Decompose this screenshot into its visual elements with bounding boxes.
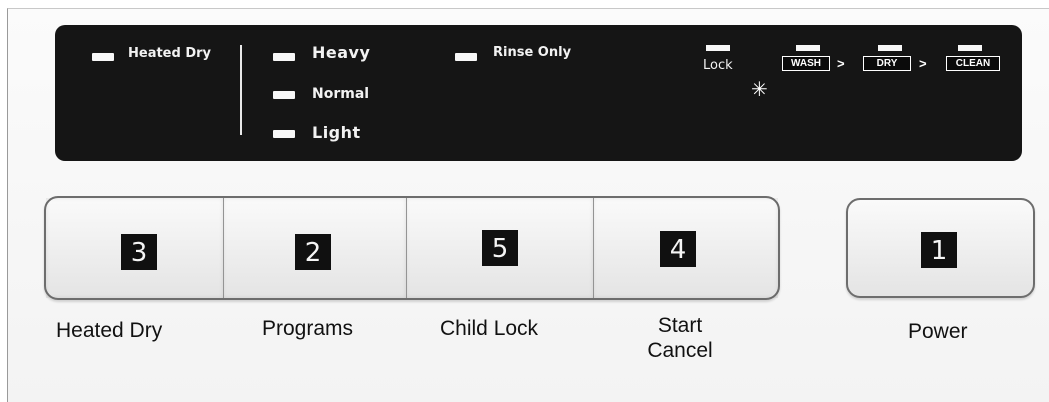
display-divider — [240, 45, 242, 135]
power-button-label: Power — [908, 320, 968, 343]
button-number-badge: 4 — [660, 231, 696, 267]
clean-indicator — [958, 45, 982, 51]
dry-stage: DRY — [863, 56, 911, 71]
chevron-right-icon: > — [837, 56, 845, 71]
heavy-indicator — [273, 53, 295, 61]
lock-indicator — [706, 45, 730, 51]
heated-dry-button[interactable]: 3 — [46, 198, 224, 298]
child-lock-button[interactable]: 5 — [406, 198, 594, 298]
wash-indicator — [796, 45, 820, 51]
child-lock-button-label: Child Lock — [440, 317, 539, 340]
rinse-only-indicator — [455, 53, 477, 61]
wash-stage: WASH — [782, 56, 830, 71]
light-indicator — [273, 130, 295, 138]
dry-indicator — [878, 45, 902, 51]
light-label: Light — [312, 123, 361, 142]
heated-dry-display-label: Heated Dry — [128, 46, 212, 61]
heated-dry-indicator — [92, 53, 114, 61]
button-number-badge: 1 — [921, 232, 957, 268]
start-cancel-button-label: Start Cancel — [647, 314, 713, 362]
button-number-badge: 3 — [121, 234, 157, 270]
normal-indicator — [273, 91, 295, 99]
programs-button[interactable]: 2 — [223, 198, 407, 298]
status-display: Heated Dry Heavy Normal Light Rinse Only… — [55, 25, 1022, 161]
lock-label: Lock — [703, 58, 733, 73]
start-cancel-button[interactable]: 4 — [593, 198, 778, 298]
chevron-right-icon: > — [919, 56, 927, 71]
heated-dry-button-label: Heated Dry — [56, 319, 163, 342]
clean-stage: CLEAN — [946, 56, 1000, 71]
button-number-badge: 2 — [295, 234, 331, 270]
programs-button-label: Programs — [262, 317, 354, 340]
button-number-badge: 5 — [482, 230, 518, 266]
cycle-button-bar: 3 2 5 4 — [44, 196, 780, 300]
heavy-label: Heavy — [312, 43, 371, 62]
sparkle-icon: ✳ — [751, 79, 768, 101]
power-button[interactable]: 1 — [846, 198, 1035, 298]
normal-label: Normal — [312, 86, 370, 102]
rinse-only-label: Rinse Only — [493, 45, 572, 60]
